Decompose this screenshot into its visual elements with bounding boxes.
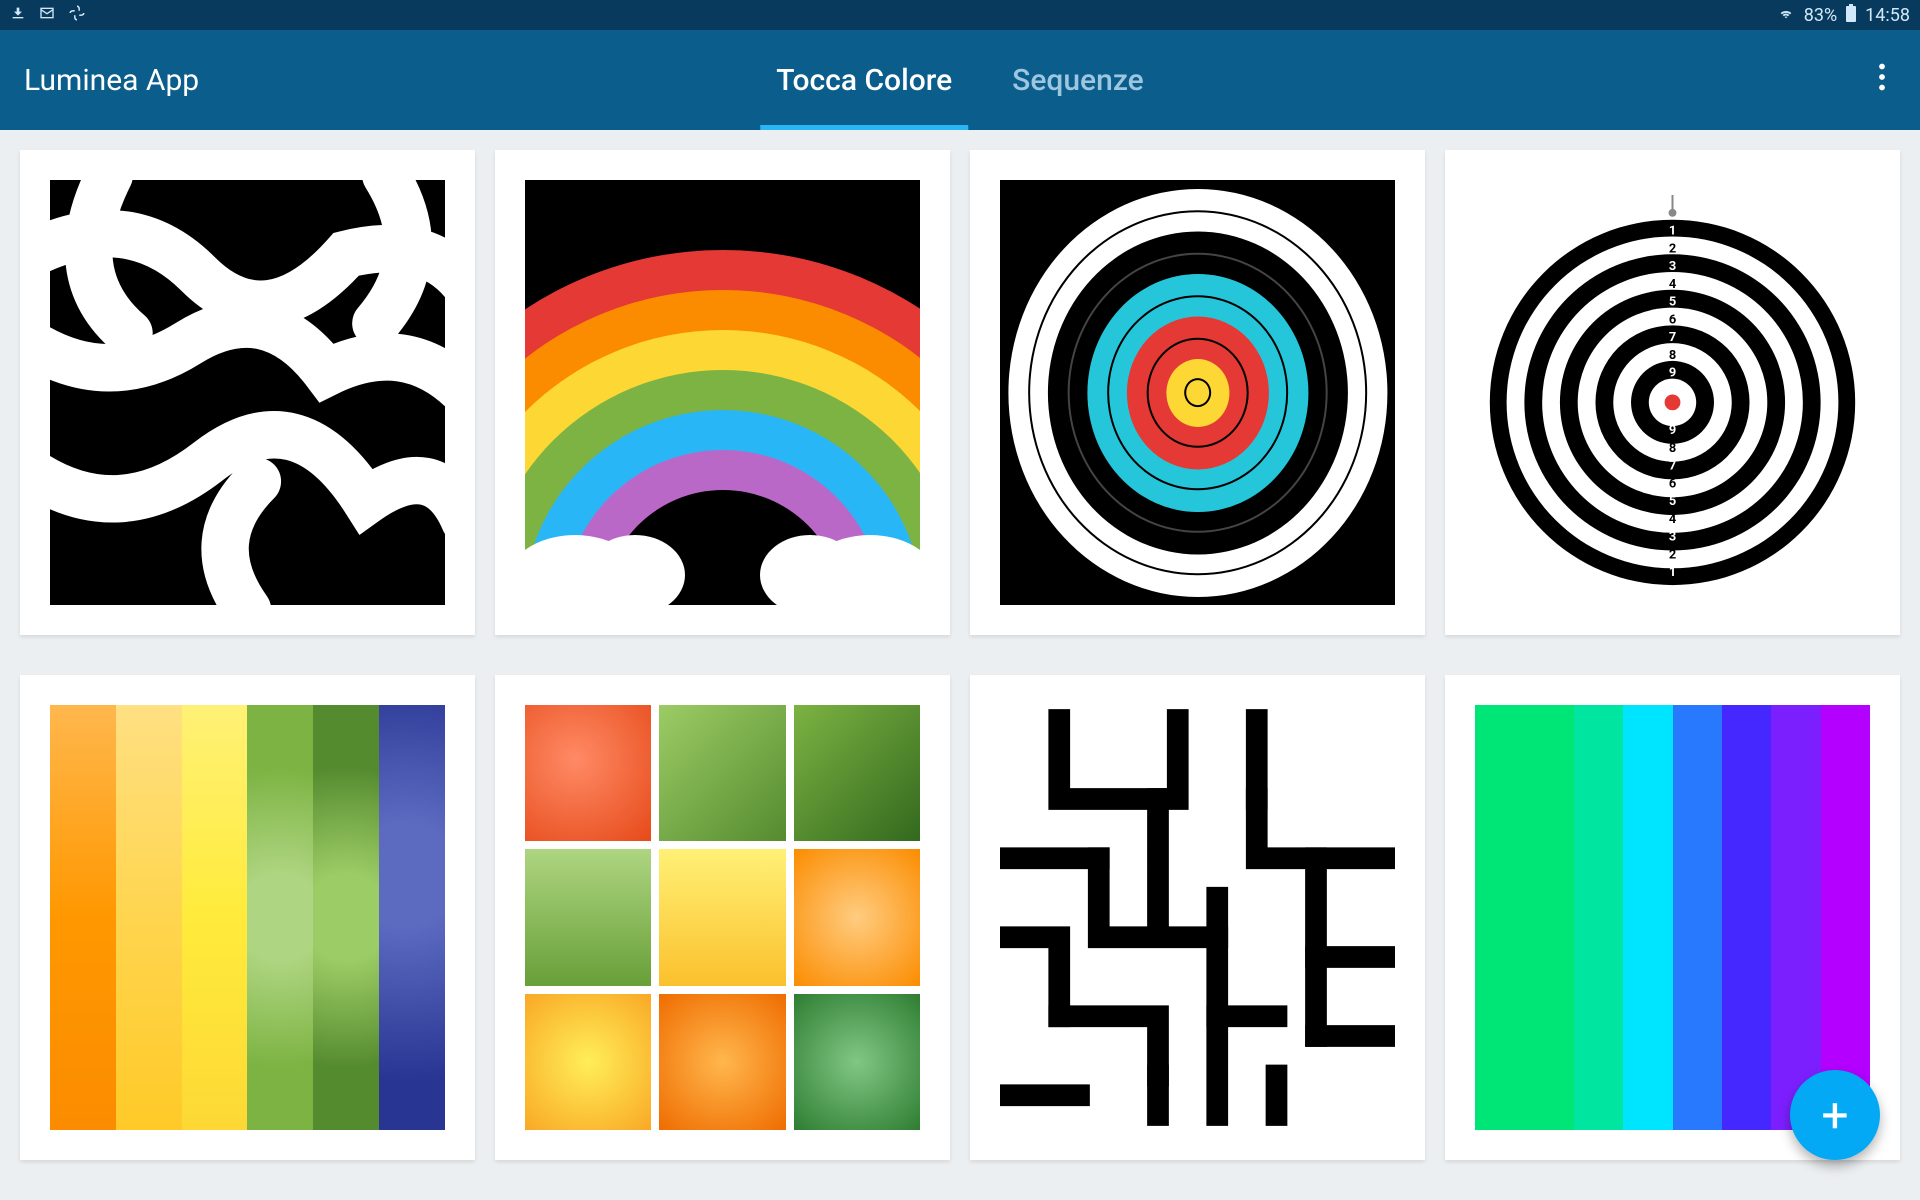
svg-text:7: 7 [1669, 459, 1676, 474]
download-icon [10, 5, 26, 26]
mail-icon [38, 5, 56, 26]
status-bar: 83% 14:58 [0, 0, 1920, 30]
grid-item-squiggle[interactable] [20, 150, 475, 635]
svg-text:8: 8 [1669, 348, 1676, 363]
fruit-grid-thumbnail [525, 705, 920, 1130]
svg-text:6: 6 [1669, 476, 1676, 491]
tabs: Tocca Colore Sequenze [776, 30, 1143, 130]
svg-text:1: 1 [1669, 565, 1676, 580]
archery-thumbnail [1000, 180, 1395, 605]
battery-text: 83% [1804, 5, 1837, 26]
svg-text:5: 5 [1669, 494, 1676, 509]
svg-text:3: 3 [1669, 259, 1676, 274]
overflow-menu-icon[interactable] [1868, 53, 1896, 108]
plus-icon: + [1821, 1087, 1848, 1144]
maze-thumbnail [1000, 705, 1395, 1130]
content-grid: 1 2 3 4 5 6 7 8 9 9 8 7 6 5 4 3 2 1 [0, 130, 1920, 1200]
status-right: 83% 14:58 [1776, 4, 1910, 27]
grid-item-archery-target[interactable] [970, 150, 1425, 635]
svg-text:6: 6 [1669, 312, 1676, 327]
grid-item-dartboard[interactable]: 1 2 3 4 5 6 7 8 9 9 8 7 6 5 4 3 2 1 [1445, 150, 1900, 635]
dartboard-thumbnail: 1 2 3 4 5 6 7 8 9 9 8 7 6 5 4 3 2 1 [1475, 180, 1870, 605]
tab-sequenze[interactable]: Sequenze [1012, 30, 1144, 130]
svg-text:9: 9 [1669, 366, 1676, 381]
svg-text:4: 4 [1669, 277, 1677, 292]
wifi-icon [1776, 5, 1796, 26]
svg-text:1: 1 [1669, 224, 1676, 239]
fruit-stripes-thumbnail [50, 705, 445, 1130]
app-title: Luminea App [24, 63, 199, 98]
svg-text:2: 2 [1669, 547, 1676, 562]
grid-item-fruit-stripes[interactable] [20, 675, 475, 1160]
svg-text:5: 5 [1669, 295, 1676, 310]
grid-item-fruit-grid[interactable] [495, 675, 950, 1160]
tab-tocca-colore[interactable]: Tocca Colore [776, 30, 952, 130]
app-bar: Luminea App Tocca Colore Sequenze [0, 30, 1920, 130]
grid-item-maze[interactable] [970, 675, 1425, 1160]
svg-text:8: 8 [1669, 441, 1676, 456]
svg-text:2: 2 [1669, 241, 1676, 256]
clock-text: 14:58 [1865, 5, 1910, 26]
svg-text:7: 7 [1669, 330, 1676, 345]
status-left [10, 4, 86, 27]
spectrum-thumbnail [1475, 705, 1870, 1130]
fab-add-button[interactable]: + [1790, 1070, 1880, 1160]
battery-icon [1845, 4, 1857, 27]
rainbow-thumbnail [525, 180, 920, 605]
svg-text:9: 9 [1669, 423, 1676, 438]
grid-item-rainbow[interactable] [495, 150, 950, 635]
squiggle-thumbnail [50, 180, 445, 605]
svg-text:4: 4 [1669, 512, 1677, 527]
svg-text:3: 3 [1669, 530, 1676, 545]
sync-icon [68, 4, 86, 27]
